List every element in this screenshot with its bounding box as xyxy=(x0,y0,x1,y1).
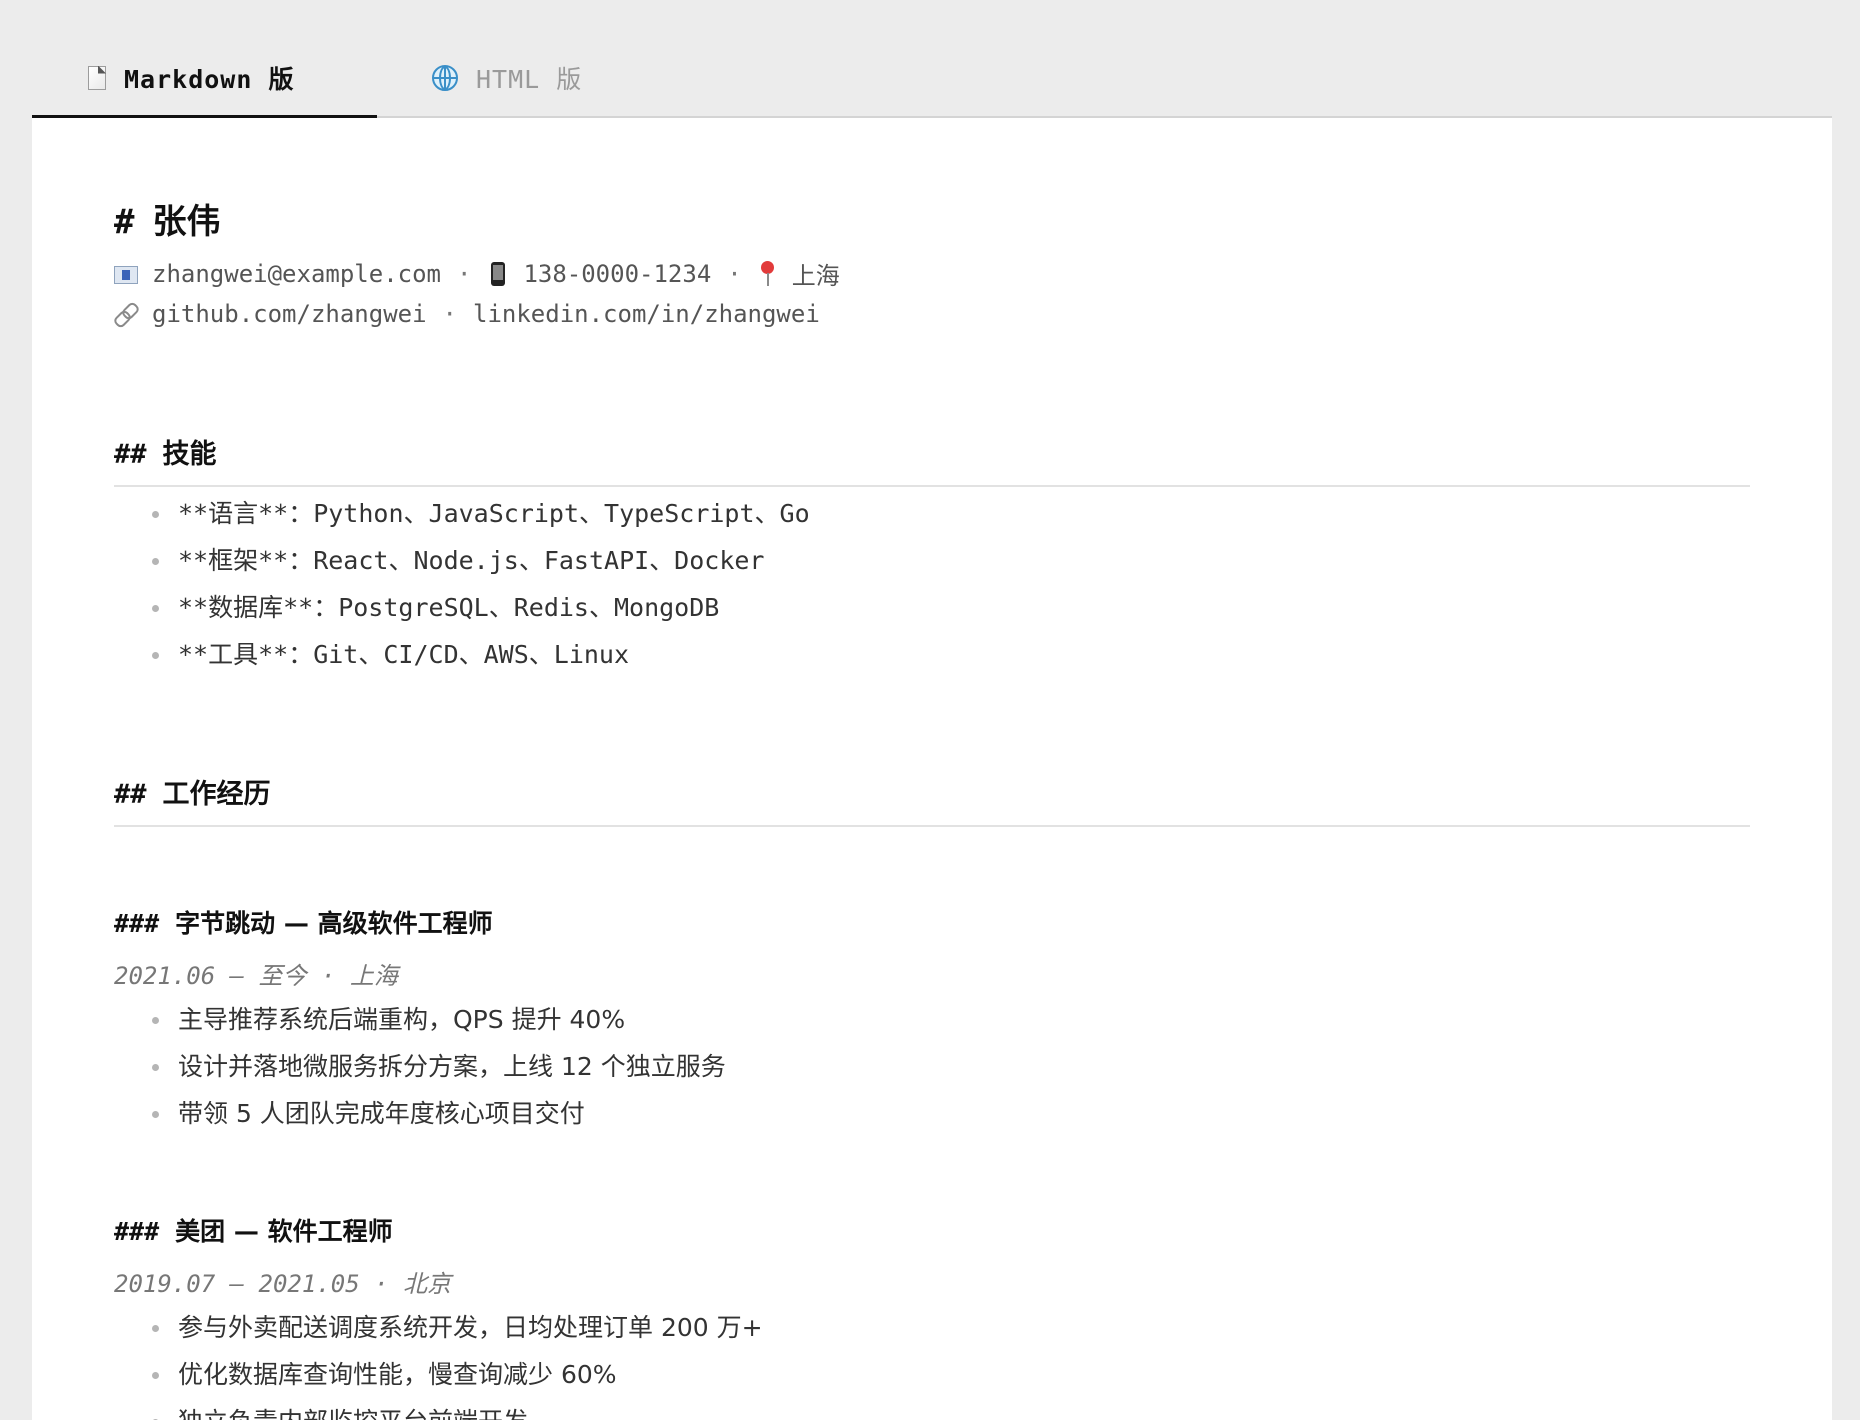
job-meta: 2021.06 — 至今 · 上海 xyxy=(114,962,398,990)
tab-html[interactable]: HTML 版 xyxy=(432,40,652,116)
contact-row-primary: zhangwei@example.com · 138-0000-1234 · 上… xyxy=(114,256,840,291)
tab-markdown[interactable]: Markdown 版 xyxy=(32,40,377,119)
list-item: 设计并落地微服务拆分方案，上线 12 个独立服务 xyxy=(152,1043,726,1090)
experience-heading: ## 工作经历 xyxy=(114,772,1750,827)
list-item: **语言**：Python、JavaScript、TypeScript、Go xyxy=(152,490,810,537)
contact-separator: · xyxy=(727,259,742,288)
job-heading-bytedance: ### 字节跳动 — 高级软件工程师 xyxy=(114,904,493,940)
list-item: 独立负责内部监控平台前端开发 xyxy=(152,1398,763,1420)
contact-separator: · xyxy=(442,300,457,328)
link-icon xyxy=(114,302,138,326)
document-icon xyxy=(88,65,106,90)
skills-heading: ## 技能 xyxy=(114,432,1750,487)
contact-row-links: github.com/zhangwei · linkedin.com/in/zh… xyxy=(114,300,820,328)
contact-email: zhangwei@example.com xyxy=(152,259,441,288)
resume-title: # 张伟 xyxy=(114,194,220,243)
contact-phone: 138-0000-1234 xyxy=(523,259,712,288)
contact-linkedin: linkedin.com/in/zhangwei xyxy=(473,300,820,328)
job-title: 字节跳动 — 高级软件工程师 xyxy=(175,909,493,938)
skills-list: **语言**：Python、JavaScript、TypeScript、Go *… xyxy=(152,490,810,678)
envelope-icon xyxy=(114,265,138,284)
skills-heading-text: 技能 xyxy=(162,439,217,470)
contact-separator: · xyxy=(456,259,472,288)
heading-mark: ## xyxy=(114,439,147,470)
tab-markdown-label: Markdown 版 xyxy=(124,64,295,94)
job-heading-meituan: ### 美团 — 软件工程师 xyxy=(114,1212,393,1248)
list-item: 优化数据库查询性能，慢查询减少 60% xyxy=(152,1351,763,1398)
tab-bar: Markdown 版 HTML 版 xyxy=(32,40,1832,119)
contact-github: github.com/zhangwei xyxy=(152,300,427,328)
list-item: 带领 5 人团队完成年度核心项目交付 xyxy=(152,1090,726,1137)
heading-mark: ## xyxy=(114,779,147,810)
experience-heading-text: 工作经历 xyxy=(162,779,271,810)
list-item: **框架**：React、Node.js、FastAPI、Docker xyxy=(152,537,810,584)
job-title: 美团 — 软件工程师 xyxy=(175,1217,393,1246)
tab-html-label: HTML 版 xyxy=(476,65,583,94)
globe-icon xyxy=(432,65,458,91)
list-item: 参与外卖配送调度系统开发，日均处理订单 200 万+ xyxy=(152,1304,763,1351)
heading-mark: # xyxy=(114,202,135,242)
job-bullets-bytedance: 主导推荐系统后端重构，QPS 提升 40% 设计并落地微服务拆分方案，上线 12… xyxy=(152,996,726,1137)
contact-location: 上海 xyxy=(791,262,840,290)
heading-mark: ### xyxy=(114,1217,160,1246)
job-meta: 2019.07 — 2021.05 · 北京 xyxy=(114,1270,451,1298)
resume-name: 张伟 xyxy=(152,202,221,242)
location-pin-icon xyxy=(758,260,778,287)
markdown-preview-panel: # 张伟 zhangwei@example.com · 138-0000-1234… xyxy=(32,118,1832,1420)
job-bullets-meituan: 参与外卖配送调度系统开发，日均处理订单 200 万+ 优化数据库查询性能，慢查询… xyxy=(152,1304,763,1420)
list-item: **工具**：Git、CI/CD、AWS、Linux xyxy=(152,631,810,678)
heading-mark: ### xyxy=(114,909,160,938)
list-item: **数据库**：PostgreSQL、Redis、MongoDB xyxy=(152,584,810,631)
phone-icon xyxy=(491,261,506,286)
list-item: 主导推荐系统后端重构，QPS 提升 40% xyxy=(152,996,726,1043)
